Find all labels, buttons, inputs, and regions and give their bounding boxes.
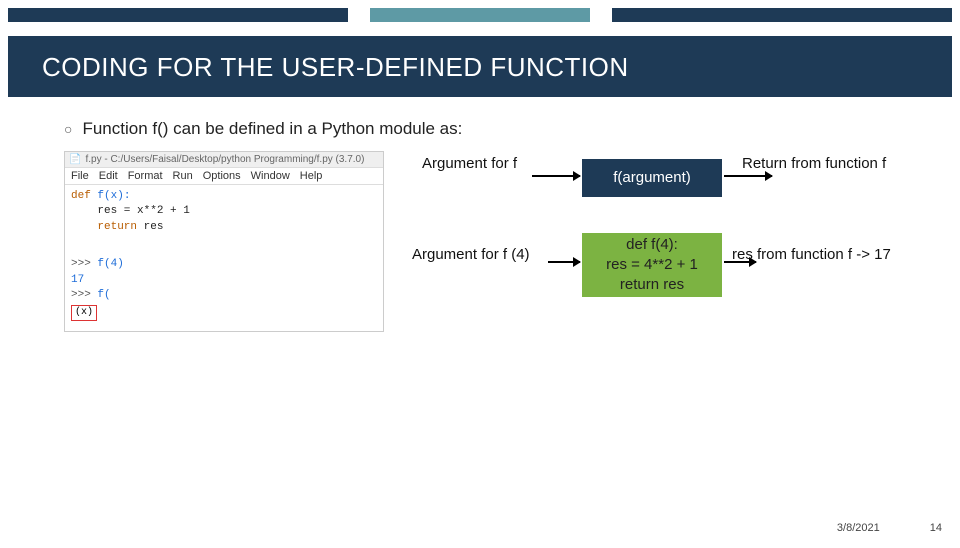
code-text: f(	[91, 289, 111, 301]
arrow-icon	[724, 175, 772, 177]
ide-title: f.py - C:/Users/Faisal/Desktop/python Pr…	[85, 154, 364, 165]
prompt: >>>	[71, 289, 91, 301]
code-kw: return	[71, 221, 137, 233]
footer: 3/8/2021 14	[837, 522, 942, 534]
code-text: res	[137, 221, 163, 233]
menu-item: Help	[300, 170, 323, 182]
menu-item: Options	[203, 170, 241, 182]
code-text: f(4)	[91, 258, 124, 270]
label-argument4: Argument for f (4)	[412, 246, 530, 263]
stripe-gap	[348, 8, 370, 22]
stripe-dark	[8, 8, 348, 22]
prompt: >>>	[71, 258, 91, 270]
arrow-icon	[548, 261, 580, 263]
label-argument: Argument for f	[422, 155, 517, 172]
code-text: f(x):	[91, 190, 131, 202]
bullet-row: ○ Function f() can be defined in a Pytho…	[64, 119, 920, 139]
ide-code: def f(x): res = x**2 + 1 return res >>> …	[65, 185, 383, 331]
stripe-gap	[590, 8, 612, 22]
box-text: f(argument)	[613, 168, 691, 188]
arrow-icon	[532, 175, 580, 177]
ide-window: 📄 f.py - C:/Users/Faisal/Desktop/python …	[64, 151, 384, 332]
ide-titlebar: 📄 f.py - C:/Users/Faisal/Desktop/python …	[65, 152, 383, 168]
box-fargument: f(argument)	[582, 159, 722, 197]
ide-menu: File Edit Format Run Options Window Help	[65, 168, 383, 185]
box-line: def f(4):	[626, 235, 678, 255]
code-kw: def	[71, 190, 91, 202]
title-band: CODING FOR THE USER-DEFINED FUNCTION	[8, 36, 952, 97]
label-return: Return from function f	[742, 155, 886, 172]
menu-item: File	[71, 170, 89, 182]
file-icon: 📄	[69, 154, 81, 165]
box-def4: def f(4): res = 4**2 + 1 return res	[582, 233, 722, 297]
footer-date: 3/8/2021	[837, 522, 880, 534]
output: 17	[71, 273, 377, 288]
menu-item: Edit	[99, 170, 118, 182]
tooltip: (x)	[71, 305, 97, 321]
header-stripes	[8, 8, 952, 22]
menu-item: Run	[173, 170, 193, 182]
menu-item: Format	[128, 170, 163, 182]
box-line: res = 4**2 + 1	[606, 255, 698, 275]
label-res: res from function f -> 17	[732, 246, 912, 263]
bullet-icon: ○	[64, 121, 72, 137]
stripe-teal	[370, 8, 590, 22]
bullet-text: Function f() can be defined in a Python …	[82, 119, 462, 139]
code-line: res = x**2 + 1	[71, 204, 377, 219]
stripe-dark	[612, 8, 952, 22]
footer-page: 14	[930, 522, 942, 534]
menu-item: Window	[251, 170, 290, 182]
slide-title: CODING FOR THE USER-DEFINED FUNCTION	[42, 52, 942, 83]
box-line: return res	[620, 275, 684, 295]
